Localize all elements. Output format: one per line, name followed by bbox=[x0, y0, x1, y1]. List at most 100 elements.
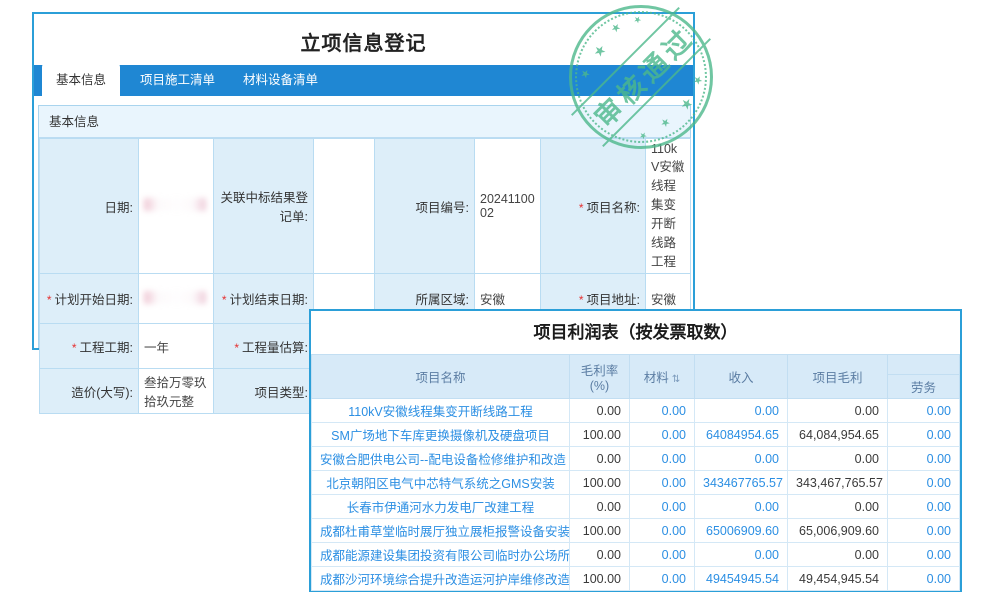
duration-label: *工程工期: bbox=[40, 324, 139, 369]
gross-cell: 0.00 bbox=[788, 447, 888, 471]
table-row: 110kV安徽线程集变开断线路工程 0.00 0.00 0.00 0.00 0.… bbox=[312, 399, 960, 423]
tab-construction-list[interactable]: 项目施工清单 bbox=[126, 65, 229, 96]
income-cell[interactable]: 0.00 bbox=[695, 447, 788, 471]
table-row: 安徽合肥供电公司--配电设备检修维护和改造 0.00 0.00 0.00 0.0… bbox=[312, 447, 960, 471]
labor-cell[interactable]: 0.00 bbox=[888, 567, 960, 591]
page-title: 立项信息登记 bbox=[34, 27, 693, 56]
date-label: 日期: bbox=[40, 139, 139, 274]
material-cell[interactable]: 0.00 bbox=[630, 399, 695, 423]
material-cell[interactable]: 0.00 bbox=[630, 447, 695, 471]
plan-start-value bbox=[139, 274, 214, 324]
table-row: SM广场地下车库更换摄像机及硬盘项目 100.00 0.00 64084954.… bbox=[312, 423, 960, 447]
plan-end-label: *计划结束日期: bbox=[214, 274, 314, 324]
margin-cell: 0.00 bbox=[570, 399, 630, 423]
margin-cell: 100.00 bbox=[570, 519, 630, 543]
profit-table: 项目名称 毛利率 (%) 材料⇅ 收入 项目毛利 劳务 110kV安徽线程集变开… bbox=[311, 354, 960, 591]
margin-cell: 100.00 bbox=[570, 423, 630, 447]
margin-cell: 0.00 bbox=[570, 495, 630, 519]
margin-cell: 0.00 bbox=[570, 543, 630, 567]
project-link[interactable]: 110kV安徽线程集变开断线路工程 bbox=[312, 399, 570, 423]
project-link[interactable]: 长春市伊通河水力发电厂改建工程 bbox=[312, 495, 570, 519]
material-cell[interactable]: 0.00 bbox=[630, 471, 695, 495]
col-header-gross: 项目毛利 bbox=[788, 355, 888, 399]
income-cell[interactable]: 64084954.65 bbox=[695, 423, 788, 447]
project-link[interactable]: 成都杜甫草堂临时展厅独立展柜报警设备安装项目 bbox=[312, 519, 570, 543]
labor-cell[interactable]: 0.00 bbox=[888, 423, 960, 447]
col-header-margin: 毛利率 (%) bbox=[570, 355, 630, 399]
material-cell[interactable]: 0.00 bbox=[630, 567, 695, 591]
section-title: 基本信息 bbox=[39, 106, 690, 138]
margin-cell: 100.00 bbox=[570, 567, 630, 591]
income-cell[interactable]: 0.00 bbox=[695, 543, 788, 567]
gross-cell: 0.00 bbox=[788, 399, 888, 423]
col-header-group-spacer bbox=[888, 355, 960, 375]
registration-panel: 立项信息登记 基本信息 项目施工清单 材料设备清单 基本信息 日期: 关联中标结… bbox=[32, 12, 695, 350]
labor-cell[interactable]: 0.00 bbox=[888, 519, 960, 543]
required-mark: * bbox=[579, 293, 584, 307]
project-type-label: 项目类型: bbox=[214, 369, 314, 414]
project-link[interactable]: 成都能源建设集团投资有限公司临时办公场所装修改 bbox=[312, 543, 570, 567]
project-no-value: 2024110002 bbox=[475, 139, 541, 274]
project-name-label: *项目名称: bbox=[541, 139, 646, 274]
gross-cell: 0.00 bbox=[788, 495, 888, 519]
plan-start-label: *计划开始日期: bbox=[40, 274, 139, 324]
income-cell[interactable]: 0.00 bbox=[695, 399, 788, 423]
gross-cell: 64,084,954.65 bbox=[788, 423, 888, 447]
margin-cell: 100.00 bbox=[570, 471, 630, 495]
page: 立项信息登记 基本信息 项目施工清单 材料设备清单 基本信息 日期: 关联中标结… bbox=[0, 0, 1000, 600]
tab-material-equipment-list[interactable]: 材料设备清单 bbox=[229, 65, 332, 96]
project-link[interactable]: SM广场地下车库更换摄像机及硬盘项目 bbox=[312, 423, 570, 447]
income-cell[interactable]: 343467765.57 bbox=[695, 471, 788, 495]
related-bid-label: 关联中标结果登记单: bbox=[214, 139, 314, 274]
margin-cell: 0.00 bbox=[570, 447, 630, 471]
material-cell[interactable]: 0.00 bbox=[630, 519, 695, 543]
redacted-date bbox=[144, 198, 206, 211]
material-cell[interactable]: 0.00 bbox=[630, 423, 695, 447]
project-link[interactable]: 安徽合肥供电公司--配电设备检修维护和改造 bbox=[312, 447, 570, 471]
tab-basic-info[interactable]: 基本信息 bbox=[42, 63, 120, 97]
col-header-income: 收入 bbox=[695, 355, 788, 399]
project-name-value: 110kV安徽线程集变开断线路工程 bbox=[646, 139, 691, 274]
labor-cell[interactable]: 0.00 bbox=[888, 495, 960, 519]
sort-icon[interactable]: ⇅ bbox=[672, 374, 680, 385]
profit-table-panel: 项目利润表（按发票取数） 项目名称 毛利率 (%) 材料⇅ 收入 项目毛利 劳务 bbox=[309, 309, 962, 592]
date-value bbox=[139, 139, 214, 274]
table-row: 北京朝阳区电气中芯特气系统之GMS安装 100.00 0.00 34346776… bbox=[312, 471, 960, 495]
col-header-project-name: 项目名称 bbox=[312, 355, 570, 399]
duration-value: 一年 bbox=[139, 324, 214, 369]
table-row: 成都沙河环境综合提升改造运河护岸维修改造 100.00 0.00 4945494… bbox=[312, 567, 960, 591]
gross-cell: 0.00 bbox=[788, 543, 888, 567]
col-header-material: 材料⇅ bbox=[630, 355, 695, 399]
table-row: 长春市伊通河水力发电厂改建工程 0.00 0.00 0.00 0.00 0.00 bbox=[312, 495, 960, 519]
labor-cell[interactable]: 0.00 bbox=[888, 471, 960, 495]
gross-cell: 65,006,909.60 bbox=[788, 519, 888, 543]
required-mark: * bbox=[72, 341, 77, 355]
required-mark: * bbox=[579, 201, 584, 215]
related-bid-value bbox=[314, 139, 375, 274]
tab-bar: 基本信息 项目施工清单 材料设备清单 bbox=[34, 65, 693, 96]
table-row: 成都杜甫草堂临时展厅独立展柜报警设备安装项目 100.00 0.00 65006… bbox=[312, 519, 960, 543]
material-cell[interactable]: 0.00 bbox=[630, 543, 695, 567]
project-link[interactable]: 北京朝阳区电气中芯特气系统之GMS安装 bbox=[312, 471, 570, 495]
col-header-labor: 劳务 bbox=[888, 375, 960, 399]
required-mark: * bbox=[222, 293, 227, 307]
project-link[interactable]: 成都沙河环境综合提升改造运河护岸维修改造 bbox=[312, 567, 570, 591]
required-mark: * bbox=[47, 293, 52, 307]
material-cell[interactable]: 0.00 bbox=[630, 495, 695, 519]
estimate-label: *工程量估算: bbox=[214, 324, 314, 369]
gross-cell: 343,467,765.57 bbox=[788, 471, 888, 495]
cost-words-label: 造价(大写): bbox=[40, 369, 139, 414]
cost-words-value: 叁拾万零玖拾玖元整 bbox=[139, 369, 214, 414]
labor-cell[interactable]: 0.00 bbox=[888, 399, 960, 423]
required-mark: * bbox=[234, 341, 239, 355]
income-cell[interactable]: 65006909.60 bbox=[695, 519, 788, 543]
labor-cell[interactable]: 0.00 bbox=[888, 447, 960, 471]
project-no-label: 项目编号: bbox=[375, 139, 475, 274]
income-cell[interactable]: 0.00 bbox=[695, 495, 788, 519]
labor-cell[interactable]: 0.00 bbox=[888, 543, 960, 567]
table-row: 成都能源建设集团投资有限公司临时办公场所装修改 0.00 0.00 0.00 0… bbox=[312, 543, 960, 567]
redacted-plan-start bbox=[144, 291, 206, 304]
profit-table-title: 项目利润表（按发票取数） bbox=[311, 311, 960, 354]
income-cell[interactable]: 49454945.54 bbox=[695, 567, 788, 591]
gross-cell: 49,454,945.54 bbox=[788, 567, 888, 591]
